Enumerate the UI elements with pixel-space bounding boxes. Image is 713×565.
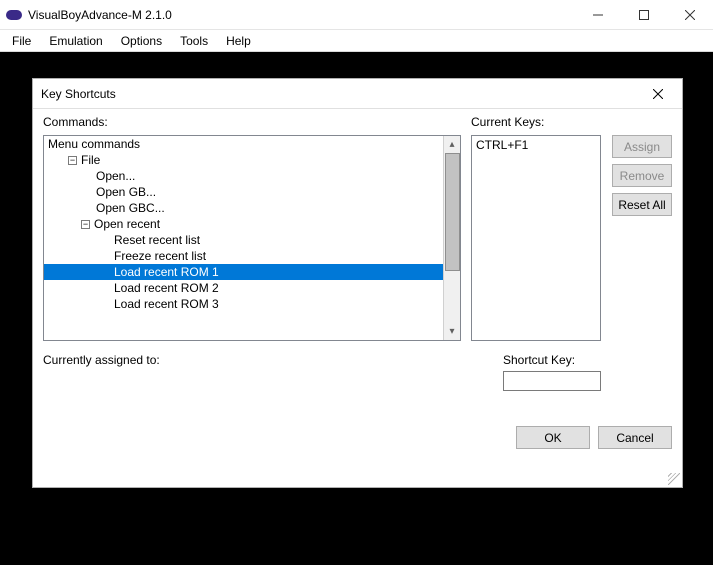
tree-item-label: File (81, 153, 100, 167)
tree-item[interactable]: Load recent ROM 3 (44, 296, 443, 312)
shortcut-key-label: Shortcut Key: (503, 353, 575, 367)
window-buttons (575, 0, 713, 29)
scroll-up-icon[interactable]: ▴ (444, 136, 460, 153)
dialog-title: Key Shortcuts (41, 87, 116, 101)
current-keys-label: Current Keys: (471, 115, 544, 129)
menu-emulation[interactable]: Emulation (41, 32, 110, 50)
menubar: File Emulation Options Tools Help (0, 30, 713, 52)
minimize-button[interactable] (575, 0, 621, 29)
tree-item[interactable]: Menu commands (44, 136, 443, 152)
menu-help[interactable]: Help (218, 32, 259, 50)
dialog-close-button[interactable] (642, 83, 674, 105)
menu-options[interactable]: Options (113, 32, 170, 50)
close-button[interactable] (667, 0, 713, 29)
dialog-titlebar: Key Shortcuts (33, 79, 682, 109)
tree-item-label: Open GB... (96, 185, 156, 199)
assign-button[interactable]: Assign (612, 135, 672, 158)
tree-item-label: Open recent (94, 217, 160, 231)
remove-button[interactable]: Remove (612, 164, 672, 187)
collapse-icon[interactable]: − (81, 220, 90, 229)
current-key-item[interactable]: CTRL+F1 (476, 138, 596, 152)
tree-item-label: Load recent ROM 2 (114, 281, 219, 295)
tree-item-label: Load recent ROM 1 (114, 265, 219, 279)
tree-item[interactable]: Open GB... (44, 184, 443, 200)
tree-item[interactable]: Reset recent list (44, 232, 443, 248)
ok-button[interactable]: OK (516, 426, 590, 449)
tree-item-label: Open... (96, 169, 135, 183)
commands-label: Commands: (43, 115, 108, 129)
dialog-footer: OK Cancel (516, 426, 672, 449)
tree-item[interactable]: Open... (44, 168, 443, 184)
tree-item-selected[interactable]: Load recent ROM 1 (44, 264, 443, 280)
reset-all-button[interactable]: Reset All (612, 193, 672, 216)
collapse-icon[interactable]: − (68, 156, 77, 165)
tree-item-label: Open GBC... (96, 201, 165, 215)
shortcut-key-input[interactable] (503, 371, 601, 391)
menu-tools[interactable]: Tools (172, 32, 216, 50)
tree-item[interactable]: Freeze recent list (44, 248, 443, 264)
menu-file[interactable]: File (4, 32, 39, 50)
side-buttons: Assign Remove Reset All (612, 135, 672, 216)
resize-grip-icon[interactable] (668, 473, 680, 485)
client-area: Key Shortcuts Commands: Current Keys: Me… (0, 52, 713, 565)
commands-tree[interactable]: Menu commands−FileOpen...Open GB...Open … (43, 135, 461, 341)
scroll-thumb[interactable] (445, 153, 460, 271)
app-icon (6, 10, 22, 20)
tree-item[interactable]: Load recent ROM 2 (44, 280, 443, 296)
maximize-button[interactable] (621, 0, 667, 29)
tree-scrollbar[interactable]: ▴ ▾ (443, 136, 460, 340)
tree-item-label: Menu commands (48, 137, 140, 151)
tree-item-label: Load recent ROM 3 (114, 297, 219, 311)
tree-item-label: Freeze recent list (114, 249, 206, 263)
tree-item[interactable]: −File (44, 152, 443, 168)
scroll-down-icon[interactable]: ▾ (444, 323, 460, 340)
currently-assigned-label: Currently assigned to: (43, 353, 160, 367)
tree-item-label: Reset recent list (114, 233, 200, 247)
cancel-button[interactable]: Cancel (598, 426, 672, 449)
window-title: VisualBoyAdvance-M 2.1.0 (28, 8, 172, 22)
tree-item[interactable]: Open GBC... (44, 200, 443, 216)
dialog-body: Commands: Current Keys: Menu commands−Fi… (33, 109, 682, 487)
key-shortcuts-dialog: Key Shortcuts Commands: Current Keys: Me… (32, 78, 683, 488)
tree-item[interactable]: −Open recent (44, 216, 443, 232)
current-keys-list[interactable]: CTRL+F1 (471, 135, 601, 341)
window-titlebar: VisualBoyAdvance-M 2.1.0 (0, 0, 713, 30)
